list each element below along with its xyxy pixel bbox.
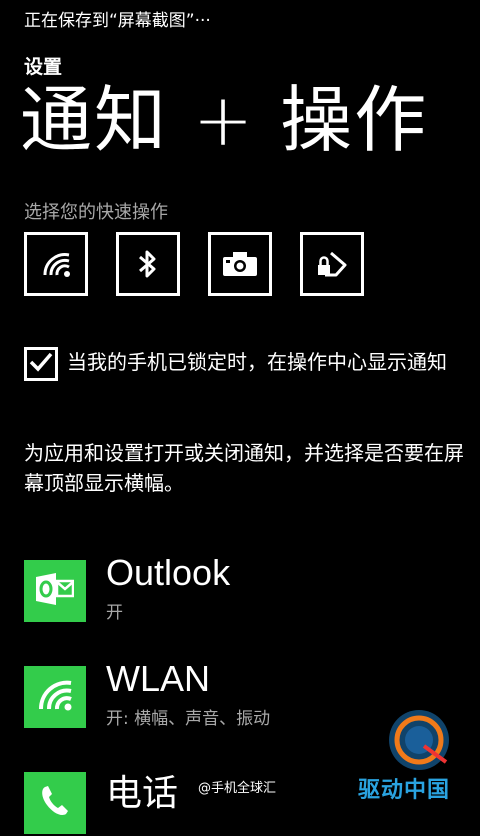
checkmark-icon xyxy=(29,351,53,377)
app-name: 电话 xyxy=(106,772,179,813)
quick-action-camera[interactable] xyxy=(208,232,272,296)
notifications-description: 为应用和设置打开或关闭通知，并选择是否要在屏幕顶部显示横幅。 xyxy=(24,441,464,495)
app-name: Outlook xyxy=(106,552,231,593)
app-item-outlook[interactable]: Outlook 开 xyxy=(24,552,464,624)
phone-icon xyxy=(37,783,73,823)
app-name: WLAN xyxy=(106,658,211,699)
app-tile xyxy=(24,666,86,728)
lock-screen-option-label[interactable]: 当我的手机已锁定时，在操作中心显示通知 xyxy=(67,349,467,375)
quick-action-wifi[interactable] xyxy=(24,232,88,296)
watermark-logo xyxy=(384,706,454,780)
watermark-brand: 驱动中国 xyxy=(358,778,451,803)
camera-icon xyxy=(222,251,258,277)
bluetooth-icon xyxy=(136,247,160,281)
quick-actions-label: 选择您的快速操作 xyxy=(24,202,168,223)
quick-action-bluetooth[interactable] xyxy=(116,232,180,296)
wifi-icon xyxy=(35,677,75,717)
section-label: 设置 xyxy=(24,56,63,78)
watermark-credit: @手机全球汇 xyxy=(198,781,277,796)
page-title: 通知 + 操作 xyxy=(20,78,429,162)
outlook-icon xyxy=(36,573,75,609)
quick-action-rotation-lock[interactable] xyxy=(300,232,364,296)
app-status: 开 xyxy=(106,603,123,623)
app-tile xyxy=(24,772,86,834)
app-tile xyxy=(24,560,86,622)
rotation-lock-icon xyxy=(315,248,349,280)
app-status: 开: 横幅、声音、振动 xyxy=(106,709,271,729)
lock-screen-checkbox[interactable] xyxy=(24,347,58,381)
status-bar-text: 正在保存到“屏幕截图”··· xyxy=(24,11,211,31)
wifi-icon xyxy=(39,249,73,279)
